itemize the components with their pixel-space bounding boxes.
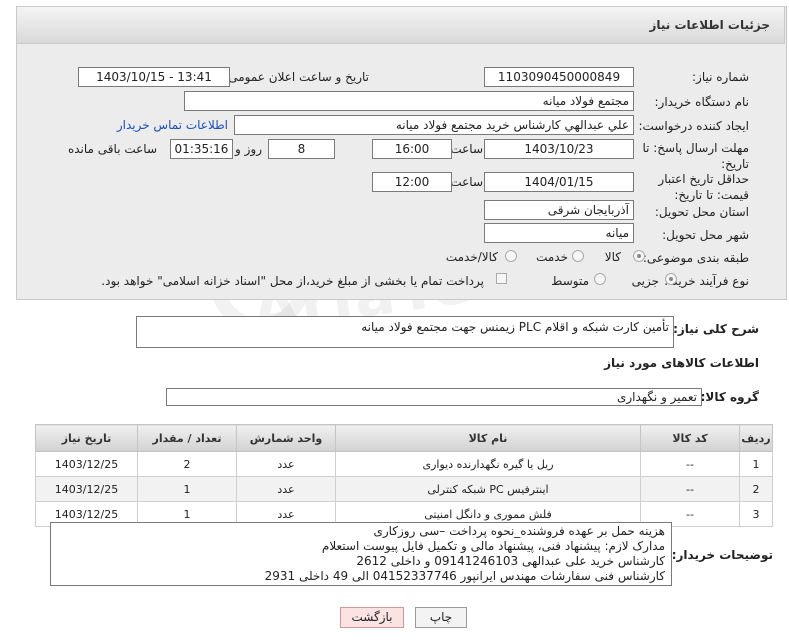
category-label: طبقه بندی موضوعی: [642, 251, 749, 265]
panel-title: جزئیات اطلاعات نیاز [649, 18, 770, 32]
cell-need-date: 1403/12/25 [35, 476, 138, 502]
buyer-notes-line: هزینه حمل بر عهده فروشنده_نحوه پرداخت –س… [373, 524, 665, 538]
deadline-date-field: 1403/10/23 [484, 139, 634, 159]
back-button[interactable]: بازگشت [340, 607, 404, 628]
buyer-notes-line: مدارک لازم: پیشنهاد فنی، پیشنهاد مالی و … [321, 539, 665, 553]
category-both-label: کالا/خدمت [445, 250, 498, 264]
process-minor-radio[interactable] [665, 273, 677, 285]
table-header-row: ردیف کد کالا نام کالا واحد شمارش تعداد /… [35, 424, 773, 452]
cell-row-number: 2 [739, 476, 773, 502]
cell-item-name: ریل یا گیره نگهدارنده دیواری [335, 451, 641, 477]
table-row: 2 -- اینترفیس PC شبکه کنترلی عدد 1 1403/… [35, 476, 773, 502]
col-need-date: تاریخ نیاز [35, 424, 138, 452]
col-item-name: نام کالا [335, 424, 641, 452]
validity-label: حداقل تاریخ اعتبار قیمت: تا تاریخ: [658, 172, 749, 202]
process-label: نوع فرآیند خرید : [664, 274, 749, 288]
cell-unit: عدد [236, 476, 336, 502]
category-service-label: خدمت [536, 250, 568, 264]
cell-item-code: -- [640, 451, 740, 477]
col-row-number: ردیف [739, 424, 773, 452]
summary-label: شرح کلی نیاز: [673, 322, 759, 336]
buyer-notes-line: کارشناس فنی سفارشات مهندس ایرانپور 04152… [264, 569, 665, 583]
buyer-notes-box: هزینه حمل بر عهده فروشنده_نحوه پرداخت –س… [50, 522, 672, 586]
validity-time-field: 12:00 [372, 172, 452, 192]
buyer-notes-label: توضیحات خریدار: [671, 548, 773, 562]
buyer-org-label: نام دستگاه خریدار: [654, 95, 750, 109]
col-unit: واحد شمارش [236, 424, 336, 452]
days-label: روز و [235, 142, 262, 156]
cell-item-name: اینترفیس PC شبکه کنترلی [335, 476, 641, 502]
cell-row-number: 1 [739, 451, 773, 477]
col-item-code: کد کالا [640, 424, 740, 452]
process-minor-label: جزیی [631, 274, 659, 288]
panel-header: جزئیات اطلاعات نیاز [16, 6, 785, 44]
goods-group-field: تعمیر و نگهداری [166, 388, 702, 406]
summary-field: تأمین کارت شبکه و اقلام PLC زیمنس جهت مج… [136, 316, 674, 348]
creator-label: ایجاد کننده درخواست: [638, 119, 749, 133]
remaining-time-field: 01:35:16 [170, 139, 233, 159]
remaining-label: ساعت باقی مانده [67, 142, 157, 156]
city-field: میانه [484, 223, 634, 243]
cell-unit: عدد [236, 451, 336, 477]
category-goods-radio[interactable] [633, 250, 645, 262]
category-goods-label: کالا [604, 250, 621, 264]
announce-label: تاریخ و ساعت اعلان عمومی: [224, 70, 369, 84]
province-field: آذربایجان شرقی [484, 200, 634, 220]
validity-time-label: ساعت [450, 175, 483, 189]
buyer-notes-line: کارشناس خرید علی عبدالهی 09141246103 و د… [356, 554, 665, 568]
goods-group-label: گروه کالا: [700, 390, 759, 404]
deadline-time-field: 16:00 [372, 139, 452, 159]
creator-field: علي عبدالهي كارشناس خريد مجتمع فولاد ميا… [234, 115, 634, 135]
cell-row-number: 3 [739, 501, 773, 527]
cell-need-date: 1403/12/25 [35, 451, 138, 477]
buyer-org-field: مجتمع فولاد میانه [184, 91, 634, 111]
goods-table: ردیف کد کالا نام کالا واحد شمارش تعداد /… [35, 424, 773, 527]
buyer-contact-link[interactable]: اطلاعات تماس خریدار [117, 118, 228, 132]
deadline-label: مهلت ارسال پاسخ: تا تاریخ: [642, 141, 749, 171]
days-field: 8 [268, 139, 335, 159]
category-both-radio[interactable] [505, 250, 517, 262]
need-number-field: 1103090450000849 [484, 67, 634, 87]
table-row: 1 -- ریل یا گیره نگهدارنده دیواری عدد 2 … [35, 451, 773, 477]
cell-quantity: 2 [137, 451, 237, 477]
process-medium-radio[interactable] [594, 273, 606, 285]
category-service-radio[interactable] [572, 250, 584, 262]
announce-field: 1403/10/15 - 13:41 [78, 67, 230, 87]
treasury-payment-note: پرداخت تمام یا بخشی از مبلغ خرید،از محل … [101, 274, 484, 288]
validity-date-field: 1404/01/15 [484, 172, 634, 192]
cell-quantity: 1 [137, 476, 237, 502]
cell-item-code: -- [640, 476, 740, 502]
goods-section-title: اطلاعات کالاهای مورد نیاز [604, 356, 759, 370]
process-medium-label: متوسط [551, 274, 589, 288]
treasury-payment-checkbox[interactable] [496, 273, 507, 284]
province-label: استان محل تحویل: [654, 205, 749, 219]
col-quantity: تعداد / مقدار [137, 424, 237, 452]
deadline-time-label: ساعت [450, 142, 483, 156]
print-button[interactable]: چاپ [415, 607, 467, 628]
city-label: شهر محل تحویل: [662, 228, 749, 242]
need-number-label: شماره نیاز: [692, 70, 749, 84]
